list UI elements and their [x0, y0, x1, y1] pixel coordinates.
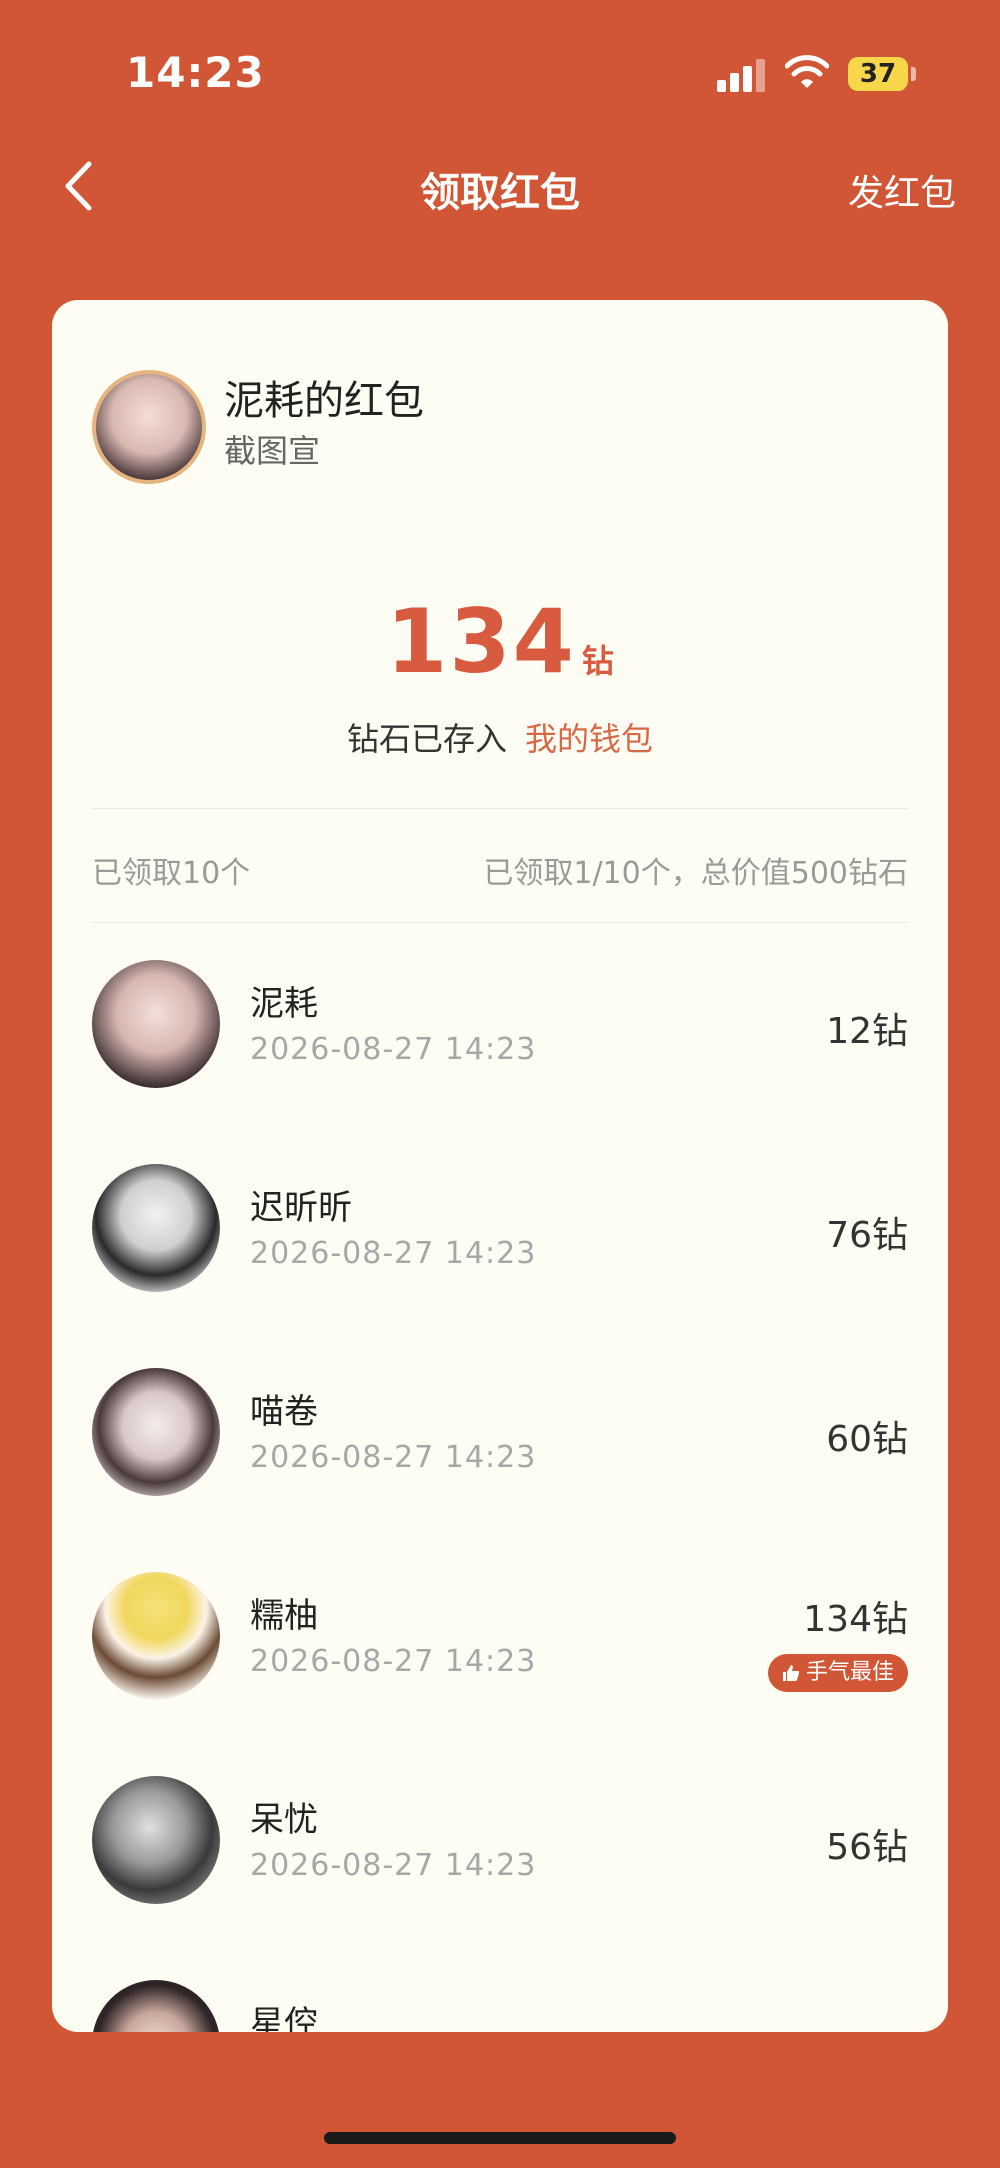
list-item[interactable]: 泥耗 2026-08-27 14:23 12钻: [52, 960, 948, 1164]
sender-avatar: [92, 370, 206, 484]
claimer-name: 喵卷: [250, 1392, 318, 1432]
claim-amount: 60钻: [826, 1419, 908, 1460]
red-packet-title: 泥耗的红包: [224, 378, 424, 424]
wallet-notice: 钻石已存入 我的钱包: [52, 714, 948, 760]
claim-amount: 134钻: [803, 1599, 908, 1640]
list-item[interactable]: 呆忧 2026-08-27 14:23 56钻: [52, 1776, 948, 1980]
status-bar: 14:23 37: [0, 0, 1000, 150]
wifi-icon: [784, 54, 830, 94]
divider: [92, 922, 908, 923]
claimer-name: 泥耗: [250, 984, 318, 1024]
my-wallet-link[interactable]: 我的钱包: [525, 720, 653, 758]
claimed-summary: 已领取1/10个，总价值500钻石: [483, 856, 908, 891]
claimer-name: 呆忧: [250, 1800, 318, 1840]
claim-list[interactable]: 泥耗 2026-08-27 14:23 12钻 迟昕昕 2026-08-27 1…: [52, 960, 948, 2032]
wallet-notice-text: 钻石已存入: [346, 720, 507, 758]
received-amount: 134 钻: [52, 590, 948, 693]
avatar: [92, 1164, 220, 1292]
claimed-count: 已领取10个: [92, 856, 251, 891]
avatar: [92, 1572, 220, 1700]
nav-bar: 领取红包 发红包: [0, 150, 1000, 270]
red-packet-card: 泥耗的红包 截图宣 134 钻 钻石已存入 我的钱包 已领取10个 已领取1/10个…: [52, 300, 948, 2032]
red-packet-subtitle: 截图宣: [224, 432, 321, 470]
claimer-name: 糯柚: [250, 1596, 318, 1636]
list-item[interactable]: 喵卷 2026-08-27 14:23 60钻: [52, 1368, 948, 1572]
claim-time: 2026-08-27 14:23: [250, 1032, 537, 1067]
claimer-name: 迟昕昕: [250, 1188, 352, 1228]
thumbs-up-icon: [782, 1665, 800, 1681]
battery-icon: 37: [848, 57, 908, 91]
best-luck-label: 手气最佳: [805, 1660, 894, 1685]
claim-amount: 56钻: [826, 1827, 908, 1868]
avatar: [92, 960, 220, 1088]
send-red-packet-button[interactable]: 发红包: [848, 164, 956, 216]
list-item[interactable]: 糯柚 2026-08-27 14:23 134钻 手气最佳: [52, 1572, 948, 1776]
claim-time: 2026-08-27 14:23: [250, 1848, 537, 1883]
amount-unit: 钻: [581, 642, 614, 680]
home-indicator[interactable]: [324, 2132, 676, 2144]
avatar: [92, 1776, 220, 1904]
avatar: [92, 1368, 220, 1496]
divider: [92, 808, 908, 809]
claim-amount: 12钻: [826, 1011, 908, 1052]
best-luck-badge: 手气最佳: [767, 1654, 908, 1692]
claim-time: 2026-08-27 14:23: [250, 1644, 537, 1679]
battery-tip: [911, 67, 916, 81]
status-time: 14:23: [126, 48, 265, 97]
claim-time: 2026-08-27 14:23: [250, 1236, 537, 1271]
claim-amount: 76钻: [826, 1215, 908, 1256]
cellular-signal-icon: [717, 58, 767, 92]
list-item[interactable]: 迟昕昕 2026-08-27 14:23 76钻: [52, 1164, 948, 1368]
claim-time: 2026-08-27 14:23: [250, 1440, 537, 1475]
avatar: [92, 1980, 220, 2032]
amount-value: 134: [386, 590, 576, 693]
list-item[interactable]: 星倥: [52, 1980, 948, 2032]
claimer-name: 星倥: [250, 2004, 318, 2032]
